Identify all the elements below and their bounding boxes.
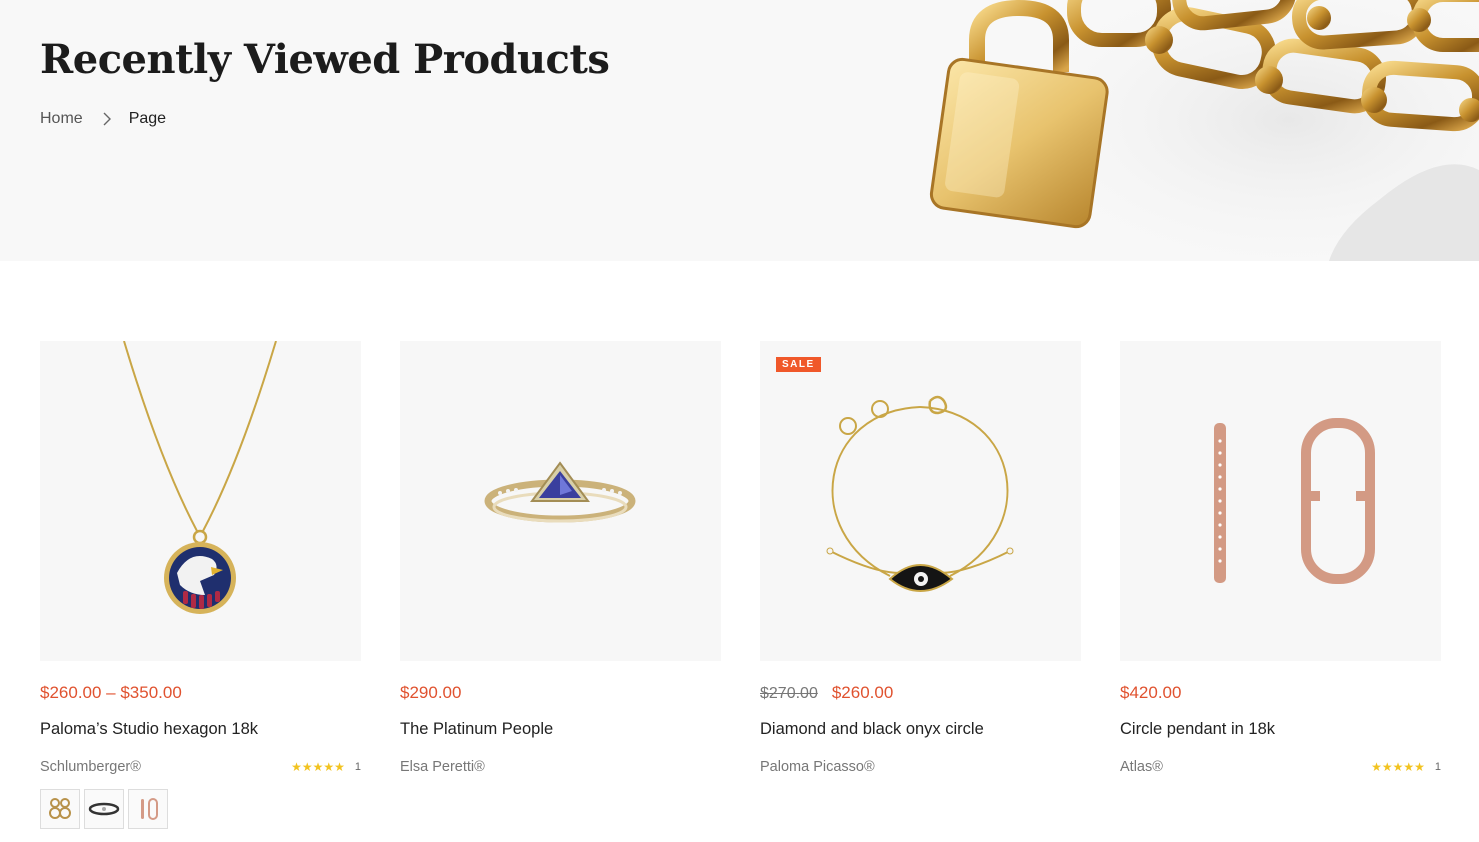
product-rating: ★★★★★ 1	[291, 760, 361, 774]
star-rating-icon: ★★★★★	[291, 760, 345, 774]
ring-swatch[interactable]	[84, 789, 124, 829]
price-range: $260.00 – $350.00	[40, 683, 182, 702]
product-rating: ★★★★★ 1	[1371, 760, 1441, 774]
rating-count: 1	[1434, 761, 1441, 773]
earrings-swatch[interactable]	[40, 789, 80, 829]
breadcrumb-current: Page	[128, 110, 167, 127]
product-price: $420.00	[1120, 683, 1441, 705]
ring-icon	[88, 802, 120, 816]
product-image[interactable]	[40, 341, 361, 661]
earrings-icon	[49, 798, 71, 819]
hoop-swatch[interactable]	[128, 789, 168, 829]
product-title[interactable]: Diamond and black onyx circle	[760, 720, 1081, 742]
product-card[interactable]: $420.00 Circle pendant in 18k Atlas® ★★★…	[1120, 341, 1441, 777]
rose-gold-hoop-earrings-icon	[1214, 418, 1375, 584]
product-meta: Paloma Picasso®	[760, 757, 1081, 777]
evil-eye-bracelet-icon	[826, 395, 1014, 592]
product-title[interactable]: Circle pendant in 18k	[1120, 720, 1441, 742]
hoop-earring-icon	[141, 798, 158, 820]
current-price: $420.00	[1120, 683, 1182, 702]
current-price: $290.00	[400, 683, 462, 702]
product-image[interactable]: SALE	[760, 341, 1081, 661]
product-title[interactable]: The Platinum People	[400, 720, 721, 742]
chevron-right-icon	[99, 111, 115, 127]
product-card[interactable]: $290.00 The Platinum People Elsa Peretti…	[400, 341, 721, 777]
product-image[interactable]	[1120, 341, 1441, 661]
padlock-chain-banner-image	[859, 0, 1479, 261]
original-price: $270.00	[760, 685, 818, 702]
page-title: Recently Viewed Products	[40, 36, 610, 83]
product-price: $270.00 $260.00	[760, 683, 1081, 705]
eagle-pendant-necklace-icon	[123, 341, 277, 614]
product-meta: Schlumberger® ★★★★★ 1	[40, 757, 361, 777]
tanzanite-ring-icon	[484, 461, 636, 523]
product-brand[interactable]: Paloma Picasso®	[760, 759, 875, 775]
product-card[interactable]: SALE $270.00 $260.00 Diamond and black on…	[760, 341, 1081, 777]
rating-count: 1	[354, 761, 361, 773]
variant-swatches	[40, 789, 361, 829]
sale-price: $260.00	[831, 683, 894, 702]
product-meta: Atlas® ★★★★★ 1	[1120, 757, 1441, 777]
breadcrumb-home-link[interactable]: Home	[40, 110, 83, 128]
product-image[interactable]	[400, 341, 721, 661]
product-brand[interactable]: Schlumberger®	[40, 759, 141, 775]
product-title[interactable]: Paloma’s Studio hexagon 18k	[40, 720, 361, 742]
sale-badge: SALE	[776, 357, 821, 372]
product-brand[interactable]: Elsa Peretti®	[400, 759, 485, 775]
product-grid: $260.00 – $350.00 Paloma’s Studio hexago…	[40, 341, 1441, 841]
product-price: $290.00	[400, 683, 721, 705]
star-rating-icon: ★★★★★	[1371, 760, 1425, 774]
product-meta: Elsa Peretti®	[400, 757, 721, 777]
product-card[interactable]: $260.00 – $350.00 Paloma’s Studio hexago…	[40, 341, 361, 829]
product-price: $260.00 – $350.00	[40, 683, 361, 705]
page-hero: Recently Viewed Products Home Page	[0, 0, 1479, 261]
product-brand[interactable]: Atlas®	[1120, 759, 1163, 775]
breadcrumb: Home Page	[40, 110, 166, 128]
